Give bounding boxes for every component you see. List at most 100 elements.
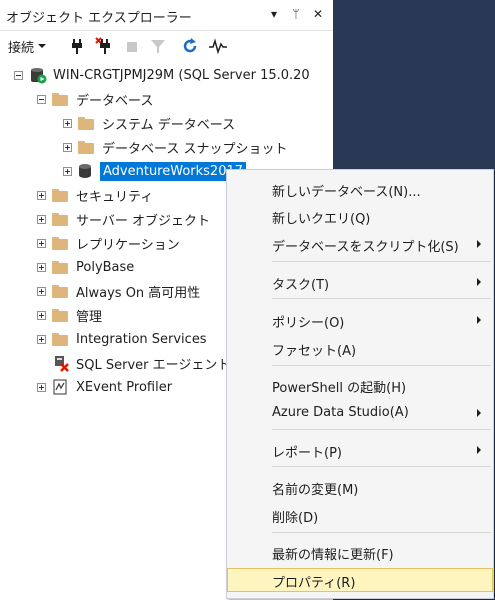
submenu-arrow-icon bbox=[477, 240, 481, 248]
databases-label: データベース bbox=[76, 93, 154, 109]
menu-item-label: プロパティ(R) bbox=[272, 576, 356, 591]
folder-icon bbox=[78, 140, 94, 154]
folder-icon bbox=[52, 236, 68, 250]
profiler-icon bbox=[53, 379, 67, 395]
tree-node-management[interactable]: 管理 bbox=[37, 304, 102, 326]
expand-icon[interactable] bbox=[37, 286, 46, 296]
refresh-icon[interactable] bbox=[182, 37, 198, 55]
menu-item-facets[interactable]: ファセット(A) bbox=[227, 336, 493, 360]
server-label: WIN-CRGTJPMJ29M (SQL Server 15.0.20 bbox=[53, 67, 310, 83]
tree-node-system-databases[interactable]: システム データベース bbox=[63, 112, 235, 134]
menu-item-new-query[interactable]: 新しいクエリ(Q) bbox=[227, 204, 493, 228]
close-icon[interactable]: ✕ bbox=[310, 6, 326, 22]
filter-icon[interactable] bbox=[150, 37, 166, 55]
menu-separator bbox=[272, 365, 491, 366]
expand-icon[interactable] bbox=[63, 166, 72, 176]
connect-plug-icon[interactable] bbox=[70, 37, 84, 55]
xevent-profiler-label: XEvent Profiler bbox=[76, 379, 173, 395]
menu-item-policies[interactable]: ポリシー(O) bbox=[227, 308, 493, 332]
disconnect-icon[interactable] bbox=[95, 37, 111, 55]
expand-icon[interactable] bbox=[63, 142, 72, 152]
expand-icon[interactable] bbox=[37, 214, 46, 224]
folder-icon bbox=[52, 260, 68, 274]
tree-node-always-on[interactable]: Always On 高可用性 bbox=[37, 280, 200, 302]
menu-item-start-powershell[interactable]: PowerShell の起動(H) bbox=[227, 373, 493, 397]
menu-item-label: ポリシー(O) bbox=[272, 316, 345, 331]
menu-item-tasks[interactable]: タスク(T) bbox=[227, 270, 493, 294]
tree-node-adventureworks[interactable]: AdventureWorks2017 bbox=[63, 160, 247, 182]
replication-label: レプリケーション bbox=[76, 237, 180, 253]
menu-item-properties[interactable]: プロパティ(R) bbox=[227, 568, 493, 592]
tree-node-integration-services[interactable]: Integration Services bbox=[37, 328, 207, 350]
collapse-icon[interactable] bbox=[14, 70, 23, 80]
tree-node-snapshots[interactable]: データベース スナップショット bbox=[63, 136, 287, 158]
agent-disabled-icon bbox=[55, 356, 69, 372]
server-icon bbox=[31, 68, 47, 84]
expand-icon[interactable] bbox=[37, 190, 46, 200]
menu-separator bbox=[272, 532, 491, 533]
snapshots-label: データベース スナップショット bbox=[102, 141, 288, 157]
always-on-label: Always On 高可用性 bbox=[76, 285, 201, 301]
menu-item-new-database[interactable]: 新しいデータベース(N)... bbox=[227, 177, 493, 201]
submenu-arrow-icon bbox=[477, 278, 481, 286]
menu-item-refresh[interactable]: 最新の情報に更新(F) bbox=[227, 540, 493, 564]
menu-separator bbox=[272, 429, 491, 430]
tree-node-server[interactable]: WIN-CRGTJPMJ29M (SQL Server 15.0.20 bbox=[14, 64, 310, 86]
menu-item-label: タスク(T) bbox=[272, 278, 330, 293]
context-menu: 新しいデータベース(N)... 新しいクエリ(Q) データベースをスクリプト化(… bbox=[226, 169, 494, 599]
stop-icon[interactable] bbox=[126, 37, 138, 55]
expand-icon[interactable] bbox=[37, 382, 46, 392]
tree-node-replication[interactable]: レプリケーション bbox=[37, 232, 180, 254]
expand-icon[interactable] bbox=[63, 118, 72, 128]
menu-item-reports[interactable]: レポート(P) bbox=[227, 438, 493, 462]
menu-item-label: 新しいデータベース(N)... bbox=[272, 185, 421, 200]
folder-icon bbox=[52, 308, 68, 322]
folder-icon bbox=[52, 188, 68, 202]
folder-icon bbox=[52, 332, 68, 346]
integration-services-label: Integration Services bbox=[76, 331, 207, 347]
database-icon bbox=[78, 163, 92, 179]
expand-icon[interactable] bbox=[37, 262, 46, 272]
menu-item-azure-data-studio[interactable]: Azure Data Studio(A) bbox=[227, 401, 493, 425]
submenu-arrow-icon bbox=[477, 316, 481, 324]
menu-item-label: 最新の情報に更新(F) bbox=[272, 548, 394, 563]
tree-node-xevent-profiler[interactable]: XEvent Profiler bbox=[37, 376, 172, 398]
folder-icon bbox=[52, 92, 68, 106]
tree-node-polybase[interactable]: PolyBase bbox=[37, 256, 134, 278]
menu-separator bbox=[272, 261, 491, 262]
menu-separator bbox=[272, 298, 491, 299]
tree-node-server-objects[interactable]: サーバー オブジェクト bbox=[37, 208, 210, 230]
pin-icon[interactable]: ᛘ bbox=[288, 6, 304, 22]
panel-title: オブジェクト エクスプローラー bbox=[6, 11, 192, 26]
menu-item-label: 削除(D) bbox=[272, 511, 319, 526]
dropdown-icon[interactable]: ▾ bbox=[266, 6, 282, 22]
security-label: セキュリティ bbox=[76, 189, 154, 205]
menu-item-label: PowerShell の起動(H) bbox=[272, 381, 407, 396]
adventureworks-label: AdventureWorks2017 bbox=[100, 161, 247, 181]
management-label: 管理 bbox=[76, 309, 103, 325]
menu-item-label: データベースをスクリプト化(S) bbox=[272, 240, 459, 255]
collapse-icon[interactable] bbox=[37, 94, 46, 104]
menu-item-script-database[interactable]: データベースをスクリプト化(S) bbox=[227, 232, 493, 256]
expand-icon[interactable] bbox=[37, 310, 46, 320]
system-databases-label: システム データベース bbox=[102, 117, 236, 133]
sql-agent-label: SQL Server エージェント bbox=[76, 357, 231, 373]
connect-label: 接続 bbox=[8, 40, 35, 56]
menu-item-label: レポート(P) bbox=[272, 446, 342, 461]
expand-icon[interactable] bbox=[37, 238, 46, 248]
menu-item-label: 名前の変更(M) bbox=[272, 483, 359, 498]
tree-node-security[interactable]: セキュリティ bbox=[37, 184, 153, 206]
explorer-toolbar: 接続 bbox=[0, 31, 333, 61]
expand-icon[interactable] bbox=[37, 334, 46, 344]
connect-button[interactable]: 接続 bbox=[8, 37, 47, 56]
activity-monitor-icon[interactable] bbox=[208, 37, 228, 55]
tree-node-sql-agent[interactable]: SQL Server エージェント bbox=[52, 352, 230, 374]
menu-separator bbox=[272, 466, 491, 467]
folder-icon bbox=[52, 212, 68, 226]
tree-node-databases[interactable]: データベース bbox=[37, 88, 153, 110]
menu-item-rename[interactable]: 名前の変更(M) bbox=[227, 475, 493, 499]
server-objects-label: サーバー オブジェクト bbox=[76, 213, 211, 229]
polybase-label: PolyBase bbox=[76, 259, 135, 275]
menu-item-label: 新しいクエリ(Q) bbox=[272, 212, 371, 227]
menu-item-delete[interactable]: 削除(D) bbox=[227, 503, 493, 527]
